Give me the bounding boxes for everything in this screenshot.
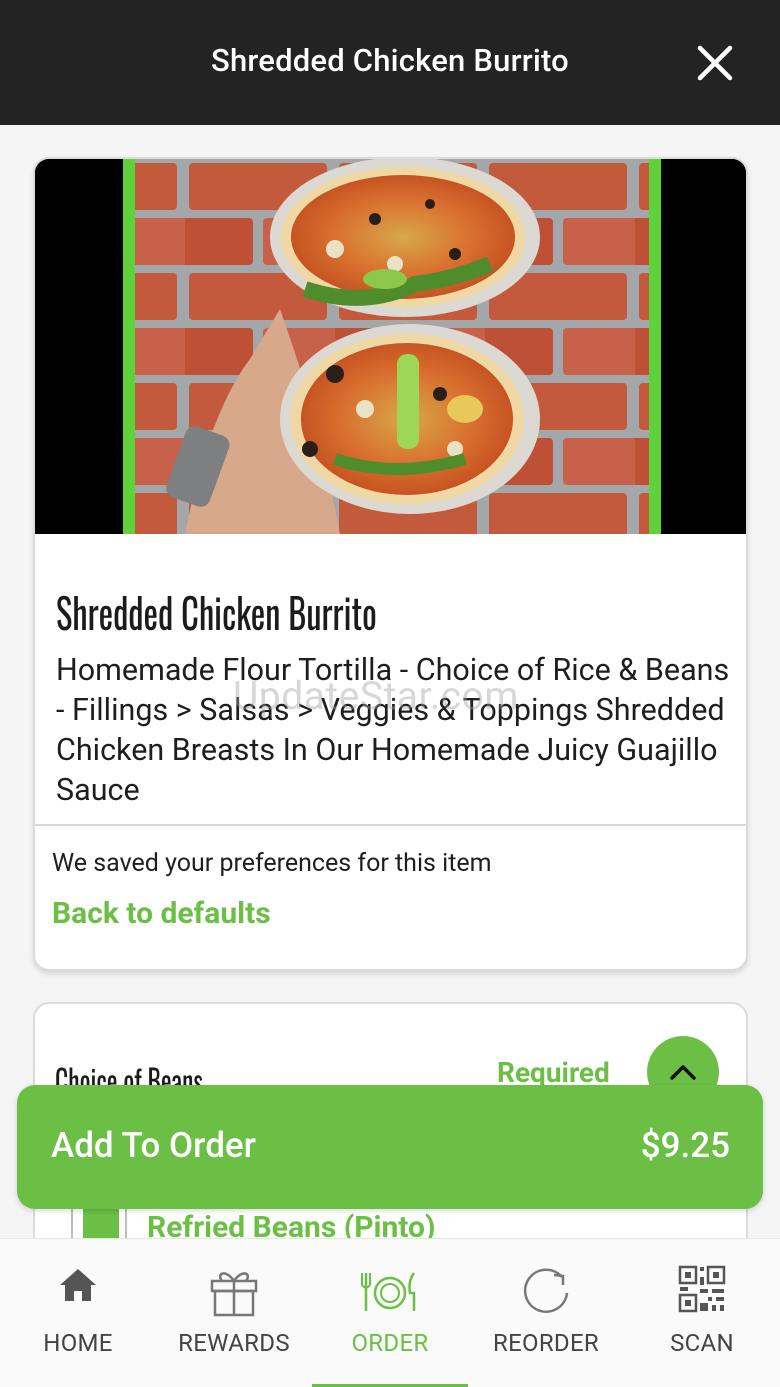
item-description: Homemade Flour Tortilla - Choice of Rice… (56, 653, 730, 808)
nav-home[interactable]: HOME (0, 1239, 156, 1387)
chevron-up-icon (670, 1065, 696, 1080)
preferences-note: We saved your preferences for this item (52, 849, 492, 878)
bottom-nav: HOME REWARDS ORDER REORDER SCAN (0, 1238, 780, 1387)
nav-scan[interactable]: SCAN (624, 1239, 780, 1387)
add-to-order-label: Add To Order (51, 1125, 257, 1166)
home-icon (60, 1269, 96, 1301)
back-to-defaults-link[interactable]: Back to defaults (52, 896, 271, 931)
order-price: $9.25 (640, 1125, 730, 1166)
qr-code-icon (678, 1265, 726, 1313)
nav-rewards[interactable]: REWARDS (156, 1239, 312, 1387)
nav-reorder[interactable]: REORDER (468, 1239, 624, 1387)
refresh-icon (523, 1268, 569, 1313)
app-screen: Shredded Chicken Burrito Shredded Chicke… (0, 0, 780, 1387)
plate-utensils-icon (361, 1272, 416, 1311)
add-to-order-button[interactable]: Add To Order $9.25 (17, 1085, 763, 1209)
divider (35, 824, 746, 826)
close-icon (697, 45, 733, 81)
header-title: Shredded Chicken Burrito (211, 42, 569, 79)
nav-label-home: HOME (43, 1329, 113, 1357)
top-header: Shredded Chicken Burrito (0, 0, 780, 125)
nav-label-order: ORDER (351, 1329, 429, 1357)
product-card: Shredded Chicken Burrito Homemade Flour … (33, 157, 748, 971)
item-name: Shredded Chicken Burrito (56, 581, 377, 643)
gift-icon (210, 1272, 258, 1317)
nav-label-reorder: REORDER (492, 1329, 599, 1357)
nav-label-scan: SCAN (670, 1329, 734, 1357)
nav-label-rewards: REWARDS (178, 1329, 290, 1357)
close-button[interactable] (690, 38, 740, 88)
nav-order[interactable]: ORDER (312, 1239, 468, 1387)
product-photo (35, 159, 746, 534)
